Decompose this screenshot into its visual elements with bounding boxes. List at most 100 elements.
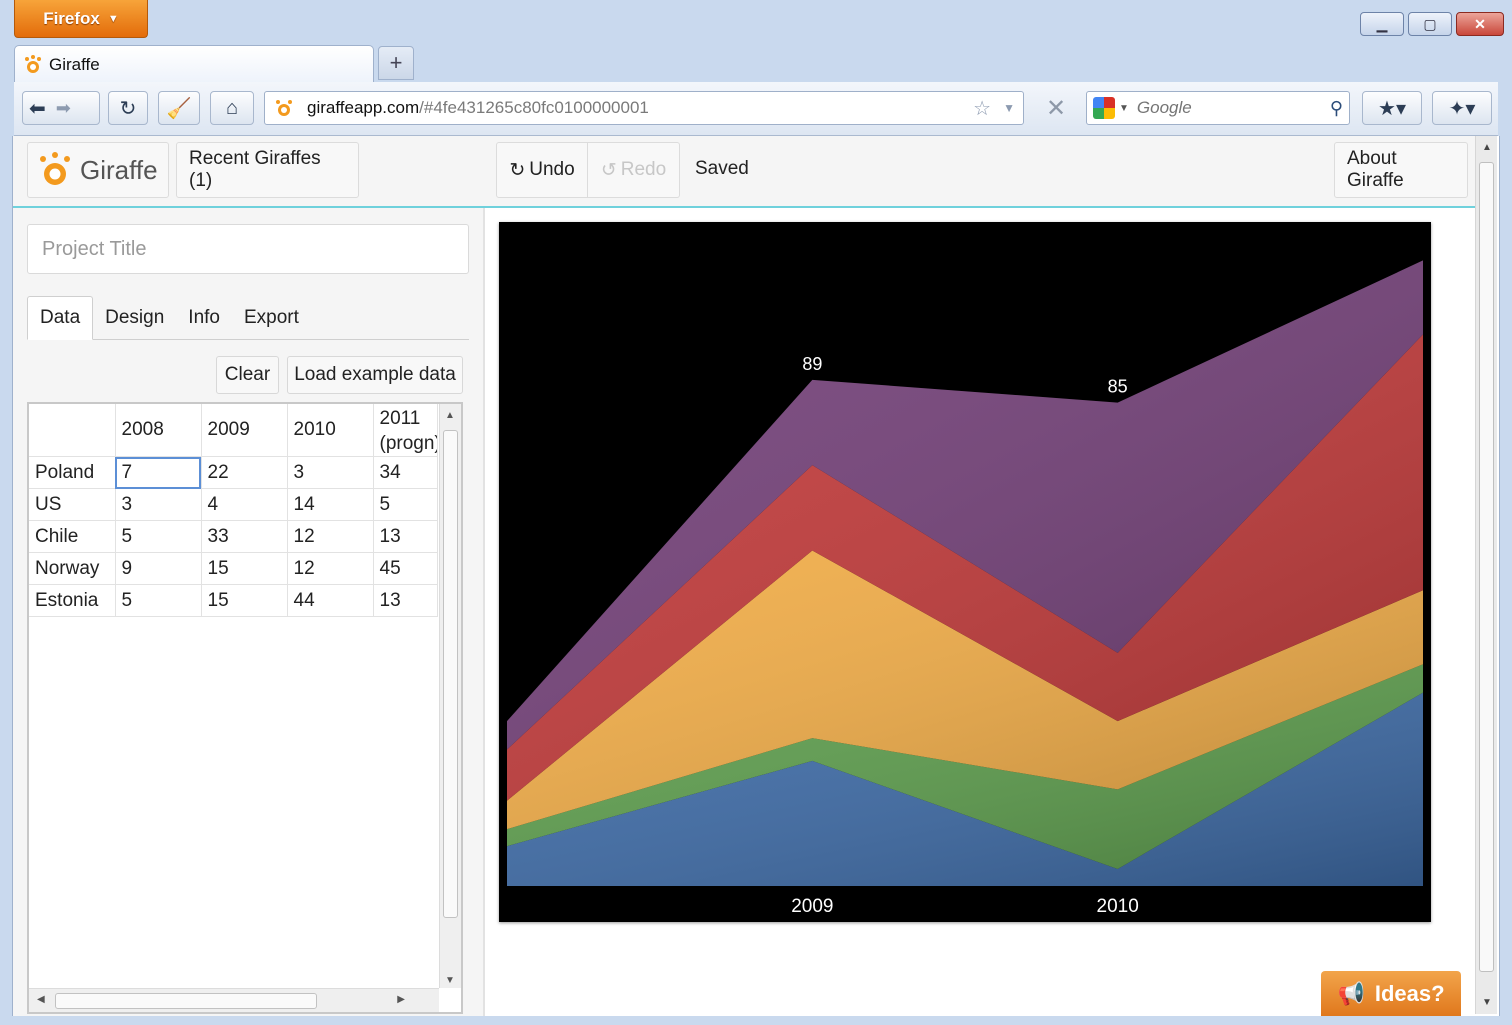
search-input[interactable] — [1136, 98, 1307, 118]
firefox-menu-label: Firefox — [43, 8, 100, 28]
grid-cell[interactable]: 5 — [115, 584, 202, 617]
url-bar[interactable]: giraffeapp.com/#4fe431265c80fc0100000001… — [264, 91, 1024, 125]
scroll-up-icon[interactable]: ▲ — [1482, 142, 1492, 153]
home-icon: ⌂ — [225, 96, 239, 119]
grid-vscroll-thumb[interactable] — [443, 430, 458, 918]
page-vscroll-thumb[interactable] — [1479, 162, 1494, 972]
column-header[interactable]: 2008 — [115, 404, 202, 457]
giraffe-logo[interactable]: Giraffe — [27, 142, 169, 198]
undo-button[interactable]: ↻ Undo — [496, 142, 588, 198]
forward-arrow-icon[interactable]: ➡ — [56, 98, 71, 119]
page-vertical-scrollbar[interactable]: ▲ ▼ — [1475, 136, 1497, 1014]
redo-button[interactable]: ↺ Redo — [588, 142, 680, 198]
grid-cell[interactable]: US — [29, 488, 116, 521]
scroll-down-icon[interactable]: ▼ — [1482, 997, 1492, 1008]
ideas-label: Ideas? — [1374, 980, 1445, 1006]
grid-cell[interactable]: 22 — [201, 456, 288, 489]
stop-icon: ✕ — [1045, 94, 1067, 122]
search-engine-caret-icon[interactable]: ▼ — [1119, 103, 1129, 114]
firefox-menu-button[interactable]: Firefox ▼ — [14, 0, 148, 38]
search-icon[interactable]: ⚲ — [1330, 98, 1343, 119]
about-giraffe-button[interactable]: About Giraffe — [1334, 142, 1468, 198]
search-box[interactable]: ▼ ⚲ — [1086, 91, 1350, 125]
page-viewport: Giraffe Recent Giraffes (1) ↻ Undo ↺ Red… — [12, 136, 1500, 1016]
grid-cell[interactable]: 14 — [287, 488, 374, 521]
grid-cell[interactable]: 12 — [287, 552, 374, 585]
grid-cell[interactable]: 4 — [201, 488, 288, 521]
x-tick-label: 2009 — [791, 896, 833, 917]
grid-cell[interactable]: 12 — [287, 520, 374, 553]
column-header[interactable]: 2011 (progn) — [373, 404, 438, 457]
back-arrow-icon[interactable]: ⬅ — [29, 96, 46, 121]
scroll-up-icon[interactable]: ▲ — [445, 410, 455, 421]
bookmark-star-icon[interactable]: ☆ — [973, 96, 991, 121]
grid-cell-selected[interactable]: 7 — [115, 456, 202, 489]
load-example-data-button[interactable]: Load example data — [287, 356, 463, 394]
column-header[interactable]: 2010 — [287, 404, 374, 457]
scroll-right-icon[interactable]: ▶ — [397, 994, 405, 1005]
grid-cell[interactable]: 33 — [201, 520, 288, 553]
close-window-icon[interactable]: ✕ — [1456, 12, 1504, 36]
grid-cell[interactable]: 15 — [201, 584, 288, 617]
stop-button[interactable]: ✕ — [1036, 91, 1076, 125]
grid-cell[interactable]: 13 — [373, 520, 438, 553]
stacked-area-chart[interactable]: 89 85 2009 2010 — [499, 222, 1431, 922]
x-tick-label: 2010 — [1097, 896, 1139, 917]
back-forward-buttons[interactable]: ⬅ ➡ — [22, 91, 100, 125]
grid-cell[interactable]: 44 — [287, 584, 374, 617]
scroll-down-icon[interactable]: ▼ — [445, 975, 455, 986]
clear-button[interactable]: Clear — [216, 356, 279, 394]
google-logo-icon[interactable] — [1093, 97, 1115, 119]
scroll-left-icon[interactable]: ◀ — [37, 994, 45, 1005]
grid-cell[interactable]: Chile — [29, 520, 116, 553]
grid-cell[interactable]: 9 — [115, 552, 202, 585]
chart-container[interactable]: 89 85 2009 2010 — [499, 222, 1431, 922]
broom-button[interactable]: 🧹 — [158, 91, 200, 125]
grid-cell[interactable]: 34 — [373, 456, 438, 489]
grid-cell[interactable]: 5 — [373, 488, 438, 521]
ideas-feedback-button[interactable]: 📢 Ideas? — [1321, 971, 1461, 1016]
grid-horizontal-scrollbar[interactable]: ◀ ▶ — [29, 988, 439, 1012]
tab-data[interactable]: Data — [27, 296, 94, 340]
data-grid: 2008 2009 2010 2011 (progn) Poland 7 22 … — [27, 402, 463, 1014]
plus-icon: + — [389, 50, 403, 75]
app-header: Giraffe Recent Giraffes (1) ↻ Undo ↺ Red… — [13, 136, 1475, 208]
column-header[interactable]: 2009 — [201, 404, 288, 457]
grid-cell[interactable]: Norway — [29, 552, 116, 585]
recent-giraffes-button[interactable]: Recent Giraffes (1) — [176, 142, 359, 198]
grid-cell[interactable]: 3 — [115, 488, 202, 521]
addon-button[interactable]: ✦▾ — [1432, 91, 1492, 125]
grid-cell[interactable]: 45 — [373, 552, 438, 585]
grid-cell[interactable]: 13 — [373, 584, 438, 617]
browser-tab-giraffe[interactable]: Giraffe — [14, 45, 374, 83]
new-tab-button[interactable]: + — [378, 46, 414, 80]
bookmarks-menu-button[interactable]: ★▾ — [1362, 91, 1422, 125]
home-button[interactable]: ⌂ — [210, 91, 254, 125]
grid-cell[interactable]: 15 — [201, 552, 288, 585]
navigation-toolbar: ⬅ ➡ ↻ 🧹 ⌂ giraffeapp.com/#4fe431265c80fc… — [14, 82, 1498, 136]
data-label: 85 — [1108, 377, 1128, 397]
grid-cell[interactable]: Estonia — [29, 584, 116, 617]
reload-icon: ↻ — [119, 97, 137, 120]
maximize-icon[interactable]: ▢ — [1408, 12, 1452, 36]
grid-hscroll-thumb[interactable] — [55, 993, 317, 1009]
tab-info[interactable]: Info — [176, 307, 232, 339]
grid-cell[interactable]: 5 — [115, 520, 202, 553]
redo-icon: ↺ — [600, 159, 617, 181]
tab-design[interactable]: Design — [93, 307, 176, 339]
tab-export[interactable]: Export — [232, 307, 311, 339]
site-identity-icon[interactable] — [269, 93, 299, 123]
minimize-icon[interactable]: ▁ — [1360, 12, 1404, 36]
grid-cell[interactable]: Poland — [29, 456, 116, 489]
data-table: 2008 2009 2010 2011 (progn) Poland 7 22 … — [29, 404, 438, 617]
reload-button[interactable]: ↻ — [108, 91, 148, 125]
table-row: Estonia 5 15 44 13 — [29, 584, 438, 617]
grid-cell[interactable]: 3 — [287, 456, 374, 489]
table-row: Norway 9 15 12 45 — [29, 552, 438, 585]
project-title-input[interactable] — [27, 224, 469, 274]
url-domain: giraffeapp.com — [307, 98, 420, 117]
url-history-dropdown-icon[interactable]: ▼ — [1003, 101, 1015, 115]
puzzle-icon: ✦▾ — [1448, 97, 1476, 120]
grid-vertical-scrollbar[interactable]: ▲ ▼ — [439, 404, 461, 988]
grid-corner-cell[interactable] — [29, 404, 116, 457]
